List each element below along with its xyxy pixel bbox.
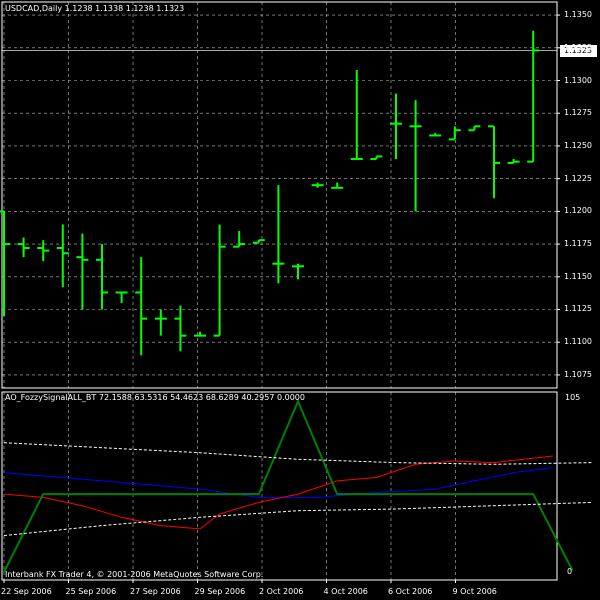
ohlc-bar[interactable] xyxy=(252,239,265,244)
indicator-series-line[interactable] xyxy=(3,455,553,530)
ohlc-bar[interactable] xyxy=(272,185,285,284)
ohlc-bar[interactable] xyxy=(488,125,500,199)
ohlc-bar[interactable] xyxy=(311,182,324,188)
trading-chart-canvas[interactable] xyxy=(0,0,600,600)
price-tick-label: 1.1350 xyxy=(564,10,592,20)
ohlc-bar[interactable] xyxy=(174,305,187,352)
time-tick-label: 27 Sep 2006 xyxy=(130,587,181,596)
ohlc-bar[interactable] xyxy=(213,224,226,337)
ohlc-bar[interactable] xyxy=(448,126,461,141)
ohlc-bar[interactable] xyxy=(233,230,246,248)
ohlc-bar[interactable] xyxy=(468,125,481,132)
ohlc-bar[interactable] xyxy=(154,309,167,336)
indicator-series-line[interactable] xyxy=(3,467,553,498)
time-tick-label: 2 Oct 2006 xyxy=(259,587,304,596)
price-tick-label: 1.1225 xyxy=(564,173,592,183)
ohlc-bar[interactable] xyxy=(76,233,89,310)
footer-copyright: Interbank FX Trader 4, © 2001-2006 MetaQ… xyxy=(5,570,264,579)
time-tick-label: 22 Sep 2006 xyxy=(1,587,52,596)
price-tick-label: 1.1150 xyxy=(564,271,592,281)
ohlc-bar[interactable] xyxy=(37,240,50,262)
time-tick-label: 4 Oct 2006 xyxy=(323,587,368,596)
ohlc-bar[interactable] xyxy=(17,237,30,258)
time-tick-label: 25 Sep 2006 xyxy=(65,587,117,596)
ohlc-bar[interactable] xyxy=(429,132,442,137)
ohlc-bar[interactable] xyxy=(115,291,128,303)
price-tick-label: 1.1125 xyxy=(564,304,592,314)
ohlc-bar[interactable] xyxy=(56,224,69,288)
price-tick-label: 1.1200 xyxy=(564,206,592,216)
ohlc-bar[interactable] xyxy=(390,93,402,160)
ohlc-bar[interactable] xyxy=(135,257,148,356)
ohlc-bar[interactable] xyxy=(507,159,520,164)
indicator-panel-frame xyxy=(1,391,558,581)
price-panel-frame xyxy=(1,1,558,389)
indicator-max-label: 105 xyxy=(565,393,581,402)
price-tick-label: 1.1175 xyxy=(564,239,592,249)
price-tick-label: 1.1075 xyxy=(564,369,592,379)
time-tick-label: 9 Oct 2006 xyxy=(452,587,497,596)
price-tick-label: 1.1250 xyxy=(564,140,592,150)
time-tick-label: 29 Sep 2006 xyxy=(194,587,246,596)
price-tick-label: 1.1325 xyxy=(564,42,592,52)
indicator-min-label: 0 xyxy=(567,567,573,576)
ohlc-bar[interactable] xyxy=(194,331,206,337)
time-tick-label: 6 Oct 2006 xyxy=(388,587,433,596)
indicator-series-line[interactable] xyxy=(3,398,574,573)
price-tick-label: 1.1100 xyxy=(564,337,592,347)
price-tick-label: 1.1300 xyxy=(564,75,592,85)
indicator-lines[interactable] xyxy=(3,398,593,573)
indicator-band-line[interactable] xyxy=(3,501,593,536)
ohlc-bar[interactable] xyxy=(370,155,383,161)
indicator-title: AO_FozzySignalALL_BT 72.1588 63.5316 54.… xyxy=(5,393,305,402)
price-tick-label: 1.1275 xyxy=(564,108,592,118)
ohlc-bar[interactable] xyxy=(331,182,344,189)
ohlc-bar[interactable] xyxy=(409,100,422,212)
chart-title: USDCAD,Daily 1.1238 1.1338 1.1238 1.1323 xyxy=(5,4,185,13)
price-bars[interactable] xyxy=(0,30,540,356)
